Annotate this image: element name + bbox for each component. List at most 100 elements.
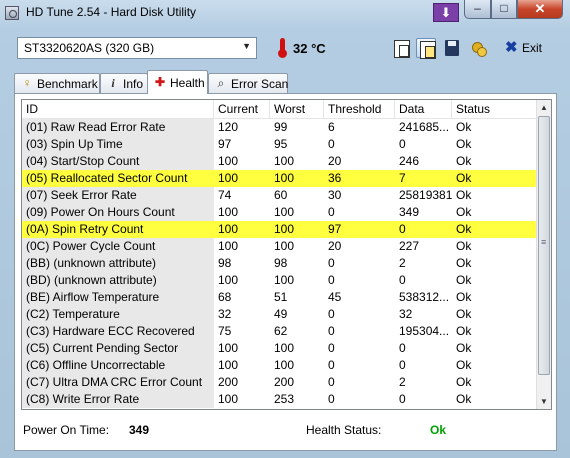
cell-worst: 95 [274,137,288,151]
cell-threshold: 20 [328,154,342,168]
info-icon: i [111,76,115,90]
cell-current: 32 [218,307,232,321]
exit-x-icon: ✖ [505,39,518,56]
cell-status: Ok [456,222,472,236]
cell-data: 0 [399,273,406,287]
table-row[interactable]: (01) Raw Read Error Rate 120 99 6 241685... O… [22,119,538,136]
cell-data: 195304... [399,324,450,338]
table-row[interactable]: (0C) Power Cycle Count 100 100 20 227 Ok [22,238,538,255]
exit-label: Exit [522,41,543,55]
download-icon[interactable]: ⬇ [433,3,459,22]
cell-id: (C2) Temperature [22,306,214,323]
smart-attribute-list[interactable]: ID Current Worst Threshold Data Status (… [21,99,552,410]
cell-worst: 60 [274,188,288,202]
tab-benchmark[interactable]: ♀ Benchmark [14,73,100,93]
table-row[interactable]: (03) Spin Up Time 97 95 0 0 Ok [22,136,538,153]
cell-data: 2 [399,375,406,389]
table-row[interactable]: (05) Reallocated Sector Count 100 100 36 7 Ok [22,170,538,187]
column-header-worst[interactable]: Worst [270,100,324,118]
options-button[interactable] [468,38,488,58]
column-header-status[interactable]: Status [452,100,538,118]
cell-id: (0C) Power Cycle Count [22,238,214,255]
maximize-button[interactable]: □ [491,0,517,19]
tab-health[interactable]: ✚ Health [147,70,208,94]
table-row[interactable]: (0A) Spin Retry Count 100 100 97 0 Ok [22,221,538,238]
column-header-id[interactable]: ID [22,100,214,118]
cell-threshold: 0 [328,137,335,151]
chevron-down-icon: ▼ [242,41,251,51]
cell-worst: 200 [274,375,295,389]
table-row[interactable]: (C5) Current Pending Sector 100 100 0 0 Ok [22,340,538,357]
cell-id: (C8) Write Error Rate [22,391,214,408]
scrollbar-thumb[interactable] [538,116,550,375]
table-row[interactable]: (C7) Ultra DMA CRC Error Count 200 200 0 2 Ok [22,374,538,391]
table-row[interactable]: (C3) Hardware ECC Recovered 75 62 0 195304..… [22,323,538,340]
cell-status: Ok [456,239,472,253]
cell-current: 100 [218,392,239,406]
tab-error-scan[interactable]: ⌕ Error Scan [208,73,288,93]
cell-threshold: 20 [328,239,342,253]
cell-worst: 62 [274,324,288,338]
cell-data: 0 [399,358,406,372]
table-row[interactable]: (09) Power On Hours Count 100 100 0 349 Ok [22,204,538,221]
minimize-button[interactable]: – [464,0,491,19]
scroll-up-arrow-icon[interactable]: ▲ [537,100,551,115]
cell-status: Ok [456,341,472,355]
title-bar[interactable]: HD Tune 2.54 - Hard Disk Utility ⬇ – □ ✕ [0,0,570,26]
column-header-data[interactable]: Data [395,100,452,118]
drive-select-value: ST3320620AS (320 GB) [24,41,155,55]
cell-worst: 253 [274,392,295,406]
column-header-current[interactable]: Current [214,100,270,118]
cell-current: 100 [218,171,239,185]
cell-data: 0 [399,137,406,151]
cell-id: (BE) Airflow Temperature [22,289,214,306]
app-window: HD Tune 2.54 - Hard Disk Utility ⬇ – □ ✕… [0,0,570,458]
cell-status: Ok [456,137,472,151]
save-button[interactable] [442,38,462,58]
table-row[interactable]: (C2) Temperature 32 49 0 32 Ok [22,306,538,323]
gears-icon [471,40,487,57]
cell-id: (C3) Hardware ECC Recovered [22,323,214,340]
cell-threshold: 6 [328,120,335,134]
power-on-time-value: 349 [129,423,150,437]
vertical-scrollbar[interactable]: ▲ ▼ [536,100,551,409]
scroll-down-arrow-icon[interactable]: ▼ [537,394,551,409]
column-header-threshold[interactable]: Threshold [324,100,395,118]
close-button[interactable]: ✕ [517,0,563,19]
list-header: ID Current Worst Threshold Data Status [22,100,538,119]
cell-data: 0 [399,222,406,236]
table-row[interactable]: (BB) (unknown attribute) 98 98 0 2 Ok [22,255,538,272]
cell-status: Ok [456,375,472,389]
cell-data: 0 [399,392,406,406]
table-row[interactable]: (C6) Offline Uncorrectable 100 100 0 0 Ok [22,357,538,374]
cell-data: 25819381 [399,188,452,202]
table-row[interactable]: (BE) Airflow Temperature 68 51 45 538312... O… [22,289,538,306]
cell-worst: 100 [274,341,295,355]
table-row[interactable]: (C8) Write Error Rate 100 253 0 0 Ok [22,391,538,408]
tab-info-label: Info [123,77,144,91]
cell-id: (BD) (unknown attribute) [22,272,214,289]
table-row[interactable]: (BD) (unknown attribute) 100 100 0 0 Ok [22,272,538,289]
copy-clipboard-icon [420,41,436,59]
copy-text-button[interactable] [391,38,411,58]
cell-data: 246 [399,154,420,168]
cell-threshold: 0 [328,341,335,355]
drive-select[interactable]: ST3320620AS (320 GB) ▼ [17,37,257,59]
cell-id: (01) Raw Read Error Rate [22,119,214,136]
cell-threshold: 0 [328,256,335,270]
tab-benchmark-label: Benchmark [37,77,98,91]
health-panel: ID Current Worst Threshold Data Status (… [14,93,557,451]
health-status-value: Ok [430,423,447,437]
health-status-label: Health Status: [306,423,382,437]
table-row[interactable]: (04) Start/Stop Count 100 100 20 246 Ok [22,153,538,170]
copy-screenshot-button[interactable] [416,38,436,59]
cell-current: 75 [218,324,232,338]
cell-status: Ok [456,290,472,304]
table-row[interactable]: (07) Seek Error Rate 74 60 30 25819381 Ok [22,187,538,204]
cell-current: 100 [218,358,239,372]
cell-threshold: 0 [328,205,335,219]
tab-info[interactable]: i Info [100,73,148,93]
cell-worst: 99 [274,120,288,134]
cell-data: 227 [399,239,420,253]
cell-status: Ok [456,120,472,134]
